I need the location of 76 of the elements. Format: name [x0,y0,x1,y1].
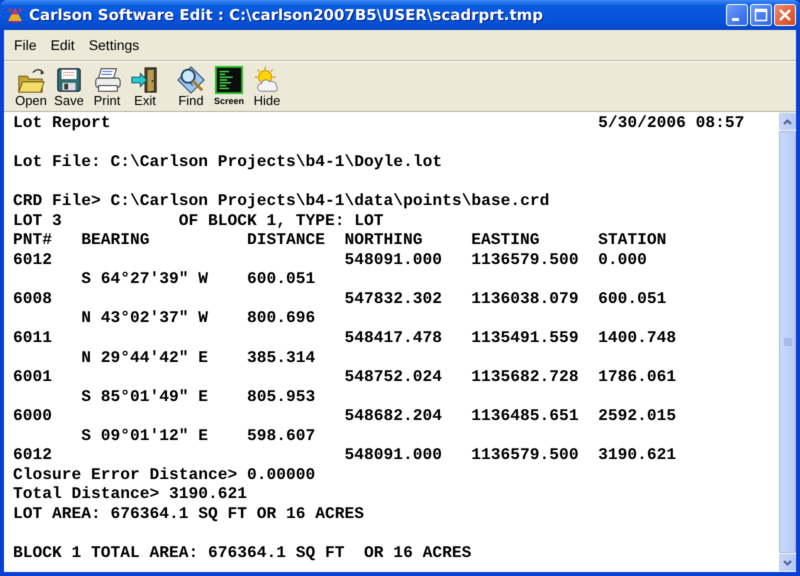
magnifier-document-icon [176,65,206,95]
summary-text: Total Distance> 3190.621 [13,484,248,504]
table-cell: 800.696 [247,308,316,328]
table-cell: 1135682.728 [471,367,579,387]
table-cell: 2592.015 [598,406,676,426]
close-button[interactable] [774,4,796,26]
caret-down-icon [783,560,792,566]
table-cell: 1400.748 [598,328,676,348]
exit-button[interactable]: Exit [126,65,164,109]
column-header: BEARING [81,230,150,250]
maximize-icon [754,8,768,22]
lot-label: LOT 3 [13,210,62,230]
table-cell: 1136579.500 [471,445,579,465]
app-icon [6,6,24,24]
window-title: Carlson Software Edit : C:\carlson2007B5\USER\scadrprt.tmp [29,6,544,24]
hide-button[interactable]: Hide [248,65,286,109]
column-header: PNT# [13,230,52,250]
table-cell: 6012 [13,445,52,465]
table-cell: 1136579.500 [471,250,579,270]
report-title: Lot Report [13,113,111,133]
print-button[interactable]: Print [88,65,126,109]
scroll-up-button[interactable] [779,113,796,130]
close-icon [778,8,792,22]
table-cell: 6011 [13,328,52,348]
terminal-screen-icon [214,65,244,95]
minimize-icon [732,18,738,20]
table-cell: S 64°27'39" W [81,269,208,289]
column-header: STATION [598,230,666,250]
table-cell: 548682.204 [344,406,442,426]
menu-item[interactable]: Settings [82,35,146,55]
find-button[interactable]: Find [172,65,210,109]
file-path-text: Lot File: C:\Carlson Projects\b4-1\Doyle.lot [13,152,442,172]
scroll-thumb[interactable] [779,131,796,553]
table-cell: 600.051 [598,288,666,308]
table-cell: 6000 [13,406,52,426]
grip-icon [784,338,792,346]
table-cell: 6008 [13,288,52,308]
maximize-button[interactable] [750,4,772,26]
menu-item[interactable]: File [7,35,44,55]
table-cell: N 29°44'42" E [81,348,208,368]
table-cell: 1136485.651 [471,406,579,426]
save-button[interactable]: Save [50,65,88,109]
table-cell: 548091.000 [344,250,442,270]
table-cell: 548752.024 [344,367,442,387]
caret-up-icon [783,118,792,124]
file-path-text: CRD File> C:\Carlson Projects\b4-1\data\points\base.crd [13,191,550,210]
open-button[interactable]: Open [12,65,50,109]
table-cell: 385.314 [247,348,316,368]
scroll-down-button[interactable] [779,554,796,571]
table-cell: 0.000 [598,250,647,270]
table-cell: 600.051 [247,269,316,289]
report-date: 5/30/2006 08:57 [598,113,744,133]
table-cell: S 85°01'49" E [81,386,208,406]
minimize-button[interactable] [726,4,748,26]
table-cell: 548417.478 [344,328,442,348]
table-cell: 598.607 [247,426,316,446]
table-cell: S 09°01'12" E [81,426,208,446]
summary-text: BLOCK 1 TOTAL AREA: 676364.1 SQ FT OR 16 ACRES [13,543,472,562]
table-cell: 1135491.559 [471,328,579,348]
table-cell: 6012 [13,250,52,270]
table-cell: 3190.621 [598,445,676,465]
column-header: EASTING [471,230,540,250]
table-cell: 805.953 [247,386,316,406]
table-cell: 547832.302 [344,288,442,308]
table-cell: 548091.000 [344,445,442,465]
table-cell: N 43°02'37" W [81,308,208,328]
column-header: DISTANCE [247,230,326,250]
screen-button[interactable]: Screen [210,65,248,109]
table-cell: 1136038.079 [471,288,579,308]
column-header: NORTHING [344,230,423,250]
menu-item[interactable]: Edit [44,35,82,55]
lot-info: OF BLOCK 1, TYPE: LOT [178,210,384,230]
summary-text: LOT AREA: 676364.1 SQ FT OR 16 ACRES [13,504,364,523]
table-cell: 6001 [13,367,52,387]
table-cell: 1786.061 [598,367,676,387]
summary-text: Closure Error Distance> 0.00000 [13,464,316,484]
